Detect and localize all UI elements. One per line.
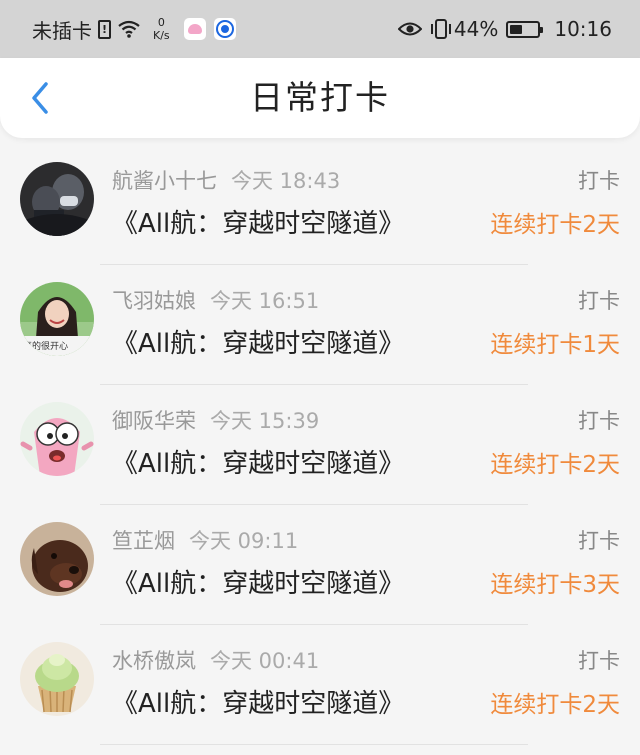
vibrate-icon [430,18,452,40]
entry-meta: 航酱小十七 今天 18:43 [112,165,340,195]
avatar[interactable] [20,402,94,476]
checkin-list-item[interactable]: 笪芷烟 今天 09:11 打卡 《All航：穿越时空隧道》 连续打卡3天 [0,505,640,625]
checkin-list-item[interactable]: 水桥傲岚 今天 00:41 打卡 《All航：穿越时空隧道》 连续打卡2天 [0,625,640,745]
streak-label: 连续打卡2天 [490,452,620,478]
book-title[interactable]: 《All航：穿越时空隧道》 [112,323,404,360]
book-title[interactable]: 《All航：穿越时空隧道》 [112,563,404,600]
entry-time: 今天 15:39 [210,409,320,433]
book-title[interactable]: 《All航：穿越时空隧道》 [112,203,404,240]
user-name[interactable]: 水桥傲岚 [112,649,196,673]
app-notification-icon [183,18,206,40]
eye-icon [397,21,422,37]
book-title[interactable]: 《All航：穿越时空隧道》 [112,683,404,720]
status-bar-left: 未插卡 ! 0 K/s [32,0,236,58]
entry-type: 打卡 [578,169,620,193]
streak-label: 连续打卡1天 [490,332,620,358]
user-name[interactable]: 航酱小十七 [112,169,217,193]
entry-time: 今天 18:43 [231,169,341,193]
entry-type: 打卡 [578,649,620,673]
entry-time: 今天 16:51 [210,289,320,313]
battery-percent: 44% [453,17,499,41]
avatar[interactable] [20,522,94,596]
book-title[interactable]: 《All航：穿越时空隧道》 [112,443,404,480]
entry-time: 今天 00:41 [210,649,320,673]
streak-label: 连续打卡2天 [490,212,620,238]
entry-meta: 御阪华荣 今天 15:39 [112,405,319,435]
user-name[interactable]: 笪芷烟 [112,529,175,553]
avatar[interactable]: 真的很开心 [20,282,94,356]
net-speed: 0 K/s [153,16,170,42]
entry-type: 打卡 [578,529,620,553]
wifi-icon [117,19,141,39]
avatar-caption: 真的很开心 [23,340,68,352]
streak-label: 连续打卡3天 [490,572,620,598]
entry-type: 打卡 [578,289,620,313]
user-name[interactable]: 飞羽姑娘 [112,289,196,313]
entry-meta: 笪芷烟 今天 09:11 [112,525,298,555]
sim-missing-icon: ! [98,19,111,39]
avatar[interactable] [20,162,94,236]
net-speed-value: 0 [157,16,165,29]
carrier-label: 未插卡 [32,18,92,43]
entry-meta: 水桥傲岚 今天 00:41 [112,645,319,675]
user-name[interactable]: 御阪华荣 [112,409,196,433]
divider [100,744,528,745]
checkin-list-item[interactable]: 御阪华荣 今天 15:39 打卡 《All航：穿越时空隧道》 连续打卡2天 [0,385,640,505]
checkin-list: 航酱小十七 今天 18:43 打卡 《All航：穿越时空隧道》 连续打卡2天 真的… [0,145,640,745]
status-bar: 未插卡 ! 0 K/s 44% 10:16 [0,0,640,58]
entry-type: 打卡 [578,409,620,433]
avatar[interactable] [20,642,94,716]
checkin-list-item[interactable]: 航酱小十七 今天 18:43 打卡 《All航：穿越时空隧道》 连续打卡2天 [0,145,640,265]
net-speed-unit: K/s [153,29,170,42]
checkin-list-item[interactable]: 真的很开心 飞羽姑娘 今天 16:51 打卡 《All航：穿越时空隧道》 连续打卡… [0,265,640,385]
page-title: 日常打卡 [250,78,390,117]
app-notification-icon-2 [213,18,236,40]
battery-icon [506,20,544,38]
nav-header: 日常打卡 [0,58,640,138]
status-bar-right: 44% 10:16 [397,0,612,58]
clock: 10:16 [554,17,612,41]
entry-meta: 飞羽姑娘 今天 16:51 [112,285,319,315]
entry-time: 今天 09:11 [189,529,299,553]
streak-label: 连续打卡2天 [490,692,620,718]
